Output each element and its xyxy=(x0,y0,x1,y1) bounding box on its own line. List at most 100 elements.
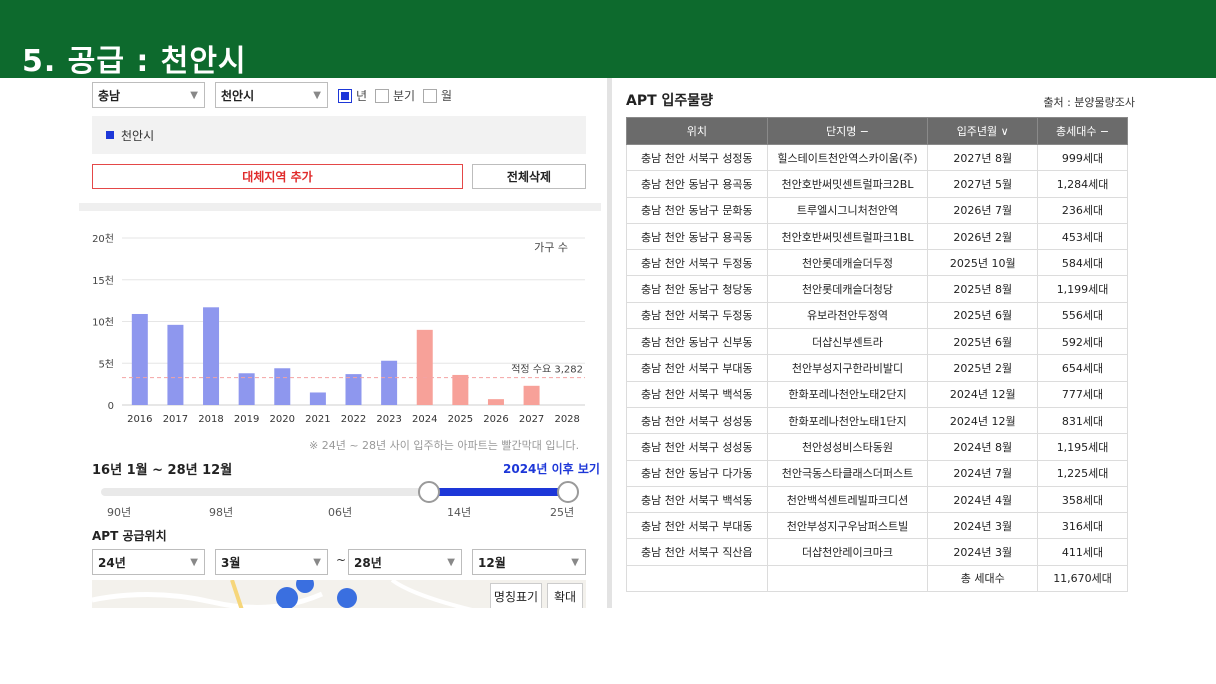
y-tick-label: 5천 xyxy=(98,358,114,370)
slider-handle-end[interactable] xyxy=(557,481,579,503)
cell-move-in: 2024년 3월 xyxy=(927,512,1039,540)
period-option-year[interactable]: 년 xyxy=(338,87,367,104)
column-header-complex[interactable]: 단지명 − xyxy=(766,117,929,145)
chart-bar xyxy=(345,374,362,405)
cell-location: 충남 천안 서북구 부대동 xyxy=(626,512,768,540)
period-option-label: 년 xyxy=(356,89,368,103)
from-month-select[interactable]: 3월 ▼ xyxy=(215,549,328,575)
y-tick-label: 0 xyxy=(108,401,114,412)
cell-households: 831세대 xyxy=(1037,406,1128,435)
cell-households: 654세대 xyxy=(1037,354,1128,382)
from-year-value: 24년 xyxy=(98,555,126,570)
map-pin-icon xyxy=(296,580,314,593)
column-header-move-in[interactable]: 입주년월 ∨ xyxy=(927,117,1039,145)
chart-note: ※ 24년 ~ 28년 사이 입주하는 아파트는 빨간막대 입니다. xyxy=(309,439,580,452)
table-row[interactable]: 충남 천안 서북구 백석동 천안백석센트레빌파크디션 2024년 4월 358세대 xyxy=(626,485,1128,514)
range-separator: ~ xyxy=(336,553,347,567)
cell-complex-name: 천안부성지구우남퍼스트빌 xyxy=(766,512,929,540)
header-banner: 5. 공급 : 천안시 xyxy=(0,0,1216,79)
table-row[interactable]: 충남 천안 서북구 백석동 한화포레나천안노태2단지 2024년 12월 777세대 xyxy=(626,380,1128,408)
table-row[interactable]: 충남 천안 동남구 용곡동 천안호반써밋센트럴파크1BL 2026년 2월 453세대 xyxy=(626,222,1128,251)
cell-households: 1,284세대 xyxy=(1037,170,1128,198)
cell-location: 충남 천안 동남구 용곡동 xyxy=(626,222,768,251)
column-header-location[interactable]: 위치 xyxy=(626,117,768,145)
cell-households: 777세대 xyxy=(1037,380,1128,408)
cell-location: 충남 천안 동남구 신부동 xyxy=(626,328,768,356)
x-tick-label: 2025 xyxy=(448,414,473,425)
cell-households: 1,199세대 xyxy=(1037,275,1128,303)
cell-location: 충남 천안 동남구 다가동 xyxy=(626,459,768,487)
table-row[interactable]: 충남 천안 동남구 신부동 더샵신부센트라 2025년 6월 592세대 xyxy=(626,328,1128,356)
cell-complex-name: 천안백석센트레빌파크디션 xyxy=(766,485,929,514)
from-year-select[interactable]: 24년 ▼ xyxy=(92,549,205,575)
cell-complex-name: 더샵신부센트라 xyxy=(766,328,929,356)
apt-supply-table-panel: APT 입주물량 출처 : 분양물량조사 위치 단지명 − 입주년월 ∨ 총세대… xyxy=(612,78,1137,608)
period-option-quarter[interactable]: 분기 xyxy=(375,87,415,104)
x-tick-label: 2022 xyxy=(341,414,366,425)
city-select[interactable]: 천안시 ▼ xyxy=(215,82,328,108)
x-tick-label: 2028 xyxy=(554,414,579,425)
chart-bar xyxy=(487,399,504,405)
after-2024-link[interactable]: 2024년 이후 보기 xyxy=(503,460,600,477)
name-label-toggle-button[interactable]: 명칭표기 xyxy=(490,583,542,608)
cell-location: 충남 천안 동남구 용곡동 xyxy=(626,170,768,198)
y-axis-label: 가구 수 xyxy=(534,241,568,254)
table-row[interactable]: 충남 천안 서북구 두정동 유보라천안두정역 2025년 6월 556세대 xyxy=(626,301,1128,330)
cell-location: 충남 천안 서북구 성성동 xyxy=(626,433,768,461)
cell-move-in: 2027년 8월 xyxy=(927,143,1039,172)
cell-complex-name: 천안롯데캐슬더청당 xyxy=(766,275,929,303)
cell-move-in: 2025년 6월 xyxy=(927,301,1039,330)
table-row[interactable]: 충남 천안 서북구 부대동 천안부성지구우남퍼스트빌 2024년 3월 316세대 xyxy=(626,512,1128,540)
table-row[interactable]: 충남 천안 동남구 다가동 천안극동스타클래스더퍼스트 2024년 7월 1,225세… xyxy=(626,459,1128,487)
table-header-row: 위치 단지명 − 입주년월 ∨ 총세대수 − xyxy=(626,117,1128,145)
cell-location: 충남 천안 서북구 백석동 xyxy=(626,380,768,408)
city-select-value: 천안시 xyxy=(221,88,255,103)
chart-bar xyxy=(309,392,326,405)
zoom-in-button[interactable]: 확대 xyxy=(547,583,583,608)
cell-complex-name: 힐스테이트천안역스카이움(주) xyxy=(766,143,929,172)
delete-all-button[interactable]: 전체삭제 xyxy=(472,164,586,189)
from-month-value: 3월 xyxy=(221,555,241,570)
cell-complex-name: 유보라천안두정역 xyxy=(766,301,929,330)
to-month-select[interactable]: 12월 ▼ xyxy=(472,549,586,575)
cell-households: 1,195세대 xyxy=(1037,433,1128,461)
cell-complex-name: 천안극동스타클래스더퍼스트 xyxy=(766,459,929,487)
x-tick-label: 2023 xyxy=(376,414,401,425)
to-year-select[interactable]: 28년 ▼ xyxy=(348,549,462,575)
cell-move-in: 2024년 12월 xyxy=(927,380,1039,408)
table-row[interactable]: 충남 천안 동남구 문화동 트루엘시그니처천안역 2026년 7월 236세대 xyxy=(626,196,1128,224)
x-tick-label: 2020 xyxy=(270,414,295,425)
year-slider-range xyxy=(429,488,568,496)
cell-households: 592세대 xyxy=(1037,328,1128,356)
cell-complex-name: 더샵천안레이크마크 xyxy=(766,538,929,566)
table-row[interactable]: 충남 천안 서북구 성성동 한화포레나천안노태1단지 2024년 12월 831세대 xyxy=(626,406,1128,435)
map-pin-icon xyxy=(276,587,298,608)
cell-move-in: 2024년 7월 xyxy=(927,459,1039,487)
table-row[interactable]: 충남 천안 서북구 성정동 힐스테이트천안역스카이움(주) 2027년 8월 999세… xyxy=(626,143,1128,172)
x-tick-label: 2018 xyxy=(198,414,223,425)
checkbox-icon xyxy=(375,88,389,103)
column-header-households[interactable]: 총세대수 − xyxy=(1037,117,1128,145)
y-tick-label: 10천 xyxy=(92,317,114,329)
cell-move-in: 2025년 8월 xyxy=(927,275,1039,303)
total-label: 총 세대수 xyxy=(927,564,1039,593)
table-total-row: 총 세대수 11,670세대 xyxy=(626,564,1128,593)
cell-complex-name: 천안성성비스타동원 xyxy=(766,433,929,461)
table-row[interactable]: 충남 천안 서북구 두정동 천안롯데캐슬더두정 2025년 10월 584세대 xyxy=(626,249,1128,277)
period-option-month[interactable]: 월 xyxy=(423,87,452,104)
cell-move-in: 2026년 2월 xyxy=(927,222,1039,251)
add-region-button[interactable]: 대체지역 추가 xyxy=(92,164,463,189)
cell-households: 1,225세대 xyxy=(1037,459,1128,487)
slider-handle-start[interactable] xyxy=(418,481,440,503)
cell-move-in: 2025년 6월 xyxy=(927,328,1039,356)
table-row[interactable]: 충남 천안 동남구 청당동 천안롯데캐슬더청당 2025년 8월 1,199세대 xyxy=(626,275,1128,303)
legend-square-icon xyxy=(106,131,114,139)
chart-bar xyxy=(274,368,291,405)
table-row[interactable]: 충남 천안 서북구 성성동 천안성성비스타동원 2024년 8월 1,195세대 xyxy=(626,433,1128,461)
province-select[interactable]: 충남 ▼ xyxy=(92,82,205,108)
table-row[interactable]: 충남 천안 서북구 부대동 천안부성지구한라비발디 2025년 2월 654세대 xyxy=(626,354,1128,382)
chart-bar xyxy=(452,374,469,405)
supply-location-title: APT 공급위치 xyxy=(92,529,167,543)
table-row[interactable]: 충남 천안 동남구 용곡동 천안호반써밋센트럴파크2BL 2027년 5월 1,284… xyxy=(626,170,1128,198)
table-row[interactable]: 충남 천안 서북구 직산읍 더샵천안레이크마크 2024년 3월 411세대 xyxy=(626,538,1128,566)
